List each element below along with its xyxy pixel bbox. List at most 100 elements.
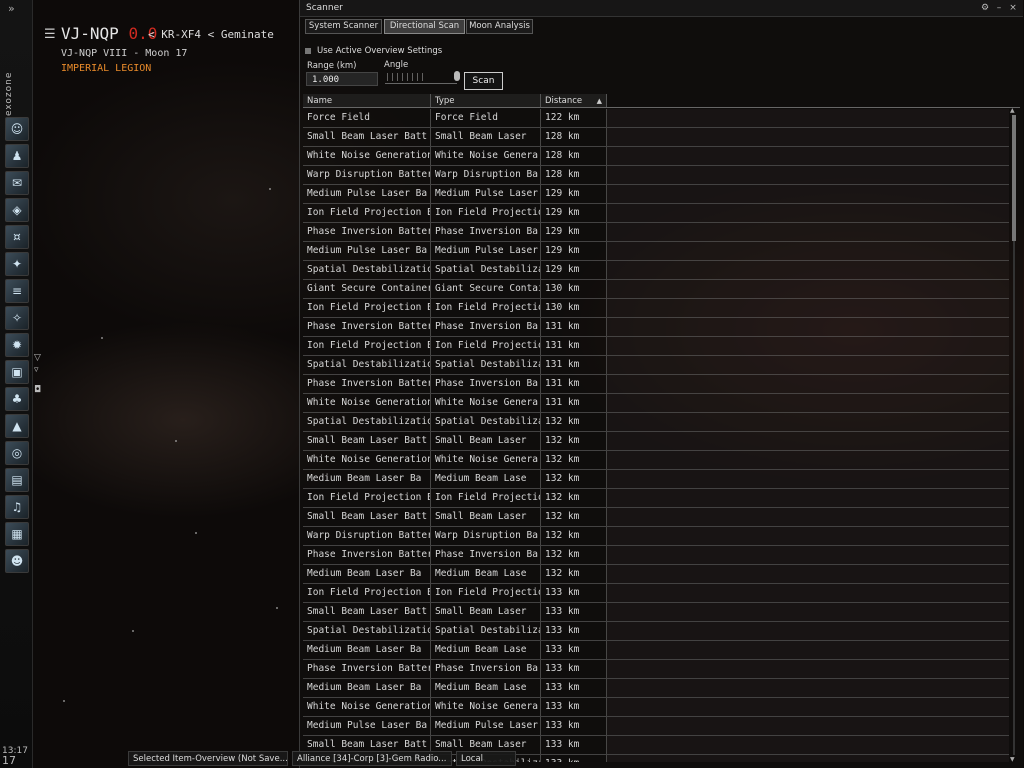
- cell-type: White Noise Genera: [431, 147, 541, 165]
- cell-type: Ion Field Projection: [431, 584, 541, 602]
- cell-distance: 133 km: [541, 603, 607, 621]
- scroll-thumb[interactable]: [1012, 115, 1016, 241]
- table-row[interactable]: Small Beam Laser Batt Small Beam Laser 128…: [303, 128, 1009, 147]
- scroll-down-icon[interactable]: ▼: [1010, 756, 1015, 762]
- column-header-distance[interactable]: Distance ▲: [541, 94, 607, 107]
- table-row[interactable]: Small Beam Laser Batt Small Beam Laser 133…: [303, 603, 1009, 622]
- route-path[interactable]: < KR-XF4 < Geminate: [148, 28, 274, 41]
- table-row[interactable]: Medium Beam Laser Ba Medium Beam Lase 133 …: [303, 679, 1009, 698]
- cell-name: Small Beam Laser Batt: [303, 128, 431, 146]
- table-row[interactable]: White Noise Generation White Noise Genera…: [303, 451, 1009, 470]
- tab-directional-scan[interactable]: Directional Scan: [384, 19, 465, 34]
- use-overview-option[interactable]: Use Active Overview Settings: [305, 46, 442, 56]
- row-fill: [607, 584, 1009, 602]
- angle-slider[interactable]: [385, 71, 460, 84]
- table-row[interactable]: Ion Field Projection Bat Ion Field Projec…: [303, 584, 1009, 603]
- scan-button[interactable]: Scan: [464, 72, 503, 90]
- calculator-icon[interactable]: ▦: [5, 522, 29, 546]
- table-row[interactable]: Small Beam Laser Batt Small Beam Laser 132…: [303, 508, 1009, 527]
- starmap-icon[interactable]: ✧: [5, 306, 29, 330]
- fleet-icon[interactable]: ✹: [5, 333, 29, 357]
- chat-tab-alliance[interactable]: Alliance [34]-Corp [3]-Gem Radio...: [292, 751, 452, 766]
- table-scrollbar[interactable]: ▲ ▼: [1010, 107, 1018, 762]
- table-row[interactable]: White Noise Generation White Noise Genera…: [303, 394, 1009, 413]
- column-header-name[interactable]: Name: [303, 94, 431, 107]
- table-row[interactable]: Medium Pulse Laser Ba Medium Pulse Laser 1…: [303, 185, 1009, 204]
- cell-name: Ion Field Projection Bat: [303, 204, 431, 222]
- nearest-celestial[interactable]: VJ-NQP VIII - Moon 17: [61, 48, 187, 59]
- notepad-icon[interactable]: ▤: [5, 468, 29, 492]
- character-icon[interactable]: ☺: [5, 117, 29, 141]
- scroll-up-icon[interactable]: ▲: [1010, 107, 1015, 114]
- table-row[interactable]: Warp Disruption Batter Warp Disruption Ba…: [303, 527, 1009, 546]
- table-row[interactable]: Phase Inversion Batter Phase Inversion Ba…: [303, 318, 1009, 337]
- table-row[interactable]: Spatial DestabilizationSpatial Destabili…: [303, 356, 1009, 375]
- table-row[interactable]: Ion Field Projection Bat Ion Field Projec…: [303, 204, 1009, 223]
- neocom-toggle-button[interactable]: »: [8, 2, 15, 15]
- wallet-icon[interactable]: ¤: [5, 225, 29, 249]
- angle-slider-handle[interactable]: [454, 71, 460, 81]
- row-fill: [607, 527, 1009, 545]
- table-row[interactable]: Medium Beam Laser Ba Medium Beam Lase 133 …: [303, 641, 1009, 660]
- table-row[interactable]: Spatial DestabilizationSpatial Destabili…: [303, 622, 1009, 641]
- cell-distance: 133 km: [541, 717, 607, 735]
- table-row[interactable]: Spatial DestabilizationSpatial Destabili…: [303, 413, 1009, 432]
- range-input[interactable]: 1.000: [306, 72, 378, 86]
- table-row[interactable]: Small Beam Laser Batt Small Beam Laser 132…: [303, 432, 1009, 451]
- use-overview-checkbox[interactable]: [305, 47, 311, 54]
- corp-icon[interactable]: ♣: [5, 387, 29, 411]
- cell-distance: 131 km: [541, 394, 607, 412]
- table-row[interactable]: White Noise Generation White Noise Genera…: [303, 698, 1009, 717]
- table-row[interactable]: White Noise Generation White Noise Genera…: [303, 147, 1009, 166]
- table-row[interactable]: Medium Beam Laser Ba Medium Beam Lase 132 …: [303, 470, 1009, 489]
- lock-icon[interactable]: ◘: [34, 384, 41, 396]
- cell-name: Phase Inversion Batter: [303, 546, 431, 564]
- hamburger-icon[interactable]: ☰: [44, 27, 56, 42]
- window-title-bar[interactable]: Scanner ⚙ – ×: [300, 0, 1023, 17]
- chat-tab-local[interactable]: Local: [456, 751, 516, 766]
- system-name[interactable]: VJ-NQP 0.0: [61, 24, 157, 43]
- cargo-icon[interactable]: ▣: [5, 360, 29, 384]
- settings-icon[interactable]: ⚙: [979, 2, 991, 14]
- cell-distance: 133 km: [541, 584, 607, 602]
- mail-icon[interactable]: ✉: [5, 171, 29, 195]
- journal-icon[interactable]: ≡: [5, 279, 29, 303]
- table-row[interactable]: Ion Field Projection Bat Ion Field Projec…: [303, 489, 1009, 508]
- cell-name: Ion Field Projection Bat: [303, 299, 431, 317]
- ship-icon[interactable]: ▲: [5, 414, 29, 438]
- table-row[interactable]: Giant Secure Container Giant Secure Conta…: [303, 280, 1009, 299]
- table-row[interactable]: Phase Inversion Batter Phase Inversion Ba…: [303, 375, 1009, 394]
- sovereignty-holder[interactable]: IMPERIAL LEGION: [61, 63, 151, 74]
- table-row[interactable]: Ion Field Projection Bat Ion Field Projec…: [303, 299, 1009, 318]
- table-row[interactable]: Medium Beam Laser Ba Medium Beam Lase 132 …: [303, 565, 1009, 584]
- table-row[interactable]: Medium Pulse Laser Ba Medium Pulse Laser 1…: [303, 242, 1009, 261]
- close-icon[interactable]: ×: [1007, 2, 1019, 14]
- cell-distance: 130 km: [541, 299, 607, 317]
- agent-icon[interactable]: ☻: [5, 549, 29, 573]
- tab-system-scanner[interactable]: System Scanner: [305, 19, 382, 34]
- audio-icon[interactable]: ♫: [5, 495, 29, 519]
- clock-day: 17: [2, 754, 16, 767]
- table-row[interactable]: Phase Inversion Batter Phase Inversion Ba…: [303, 546, 1009, 565]
- cell-name: Warp Disruption Batter: [303, 527, 431, 545]
- column-header-type[interactable]: Type: [431, 94, 541, 107]
- map-icon[interactable]: ◈: [5, 198, 29, 222]
- table-row[interactable]: Ion Field Projection Bat Ion Field Projec…: [303, 337, 1009, 356]
- cell-type: Ion Field Projection: [431, 489, 541, 507]
- filter-icon[interactable]: ▽: [34, 352, 41, 364]
- table-row[interactable]: Spatial DestabilizationSpatial Destabili…: [303, 261, 1009, 280]
- filter-icon-2[interactable]: ▿: [34, 364, 41, 376]
- table-row[interactable]: Medium Pulse Laser Ba Medium Pulse Laser 1…: [303, 717, 1009, 736]
- browser-icon[interactable]: ◎: [5, 441, 29, 465]
- tab-moon-analysis[interactable]: Moon Analysis: [466, 19, 533, 34]
- skills-icon[interactable]: ✦: [5, 252, 29, 276]
- row-fill: [607, 736, 1009, 754]
- people-icon[interactable]: ♟: [5, 144, 29, 168]
- table-row[interactable]: Force Field Force Field 122 km: [303, 109, 1009, 128]
- minimize-icon[interactable]: –: [993, 2, 1005, 14]
- row-fill: [607, 185, 1009, 203]
- table-row[interactable]: Phase Inversion Batter Phase Inversion Ba…: [303, 660, 1009, 679]
- table-row[interactable]: Phase Inversion Batter Phase Inversion Ba…: [303, 223, 1009, 242]
- chat-tab-overview[interactable]: Selected Item-Overview (Not Save...: [128, 751, 288, 766]
- table-row[interactable]: Warp Disruption Batter Warp Disruption Ba…: [303, 166, 1009, 185]
